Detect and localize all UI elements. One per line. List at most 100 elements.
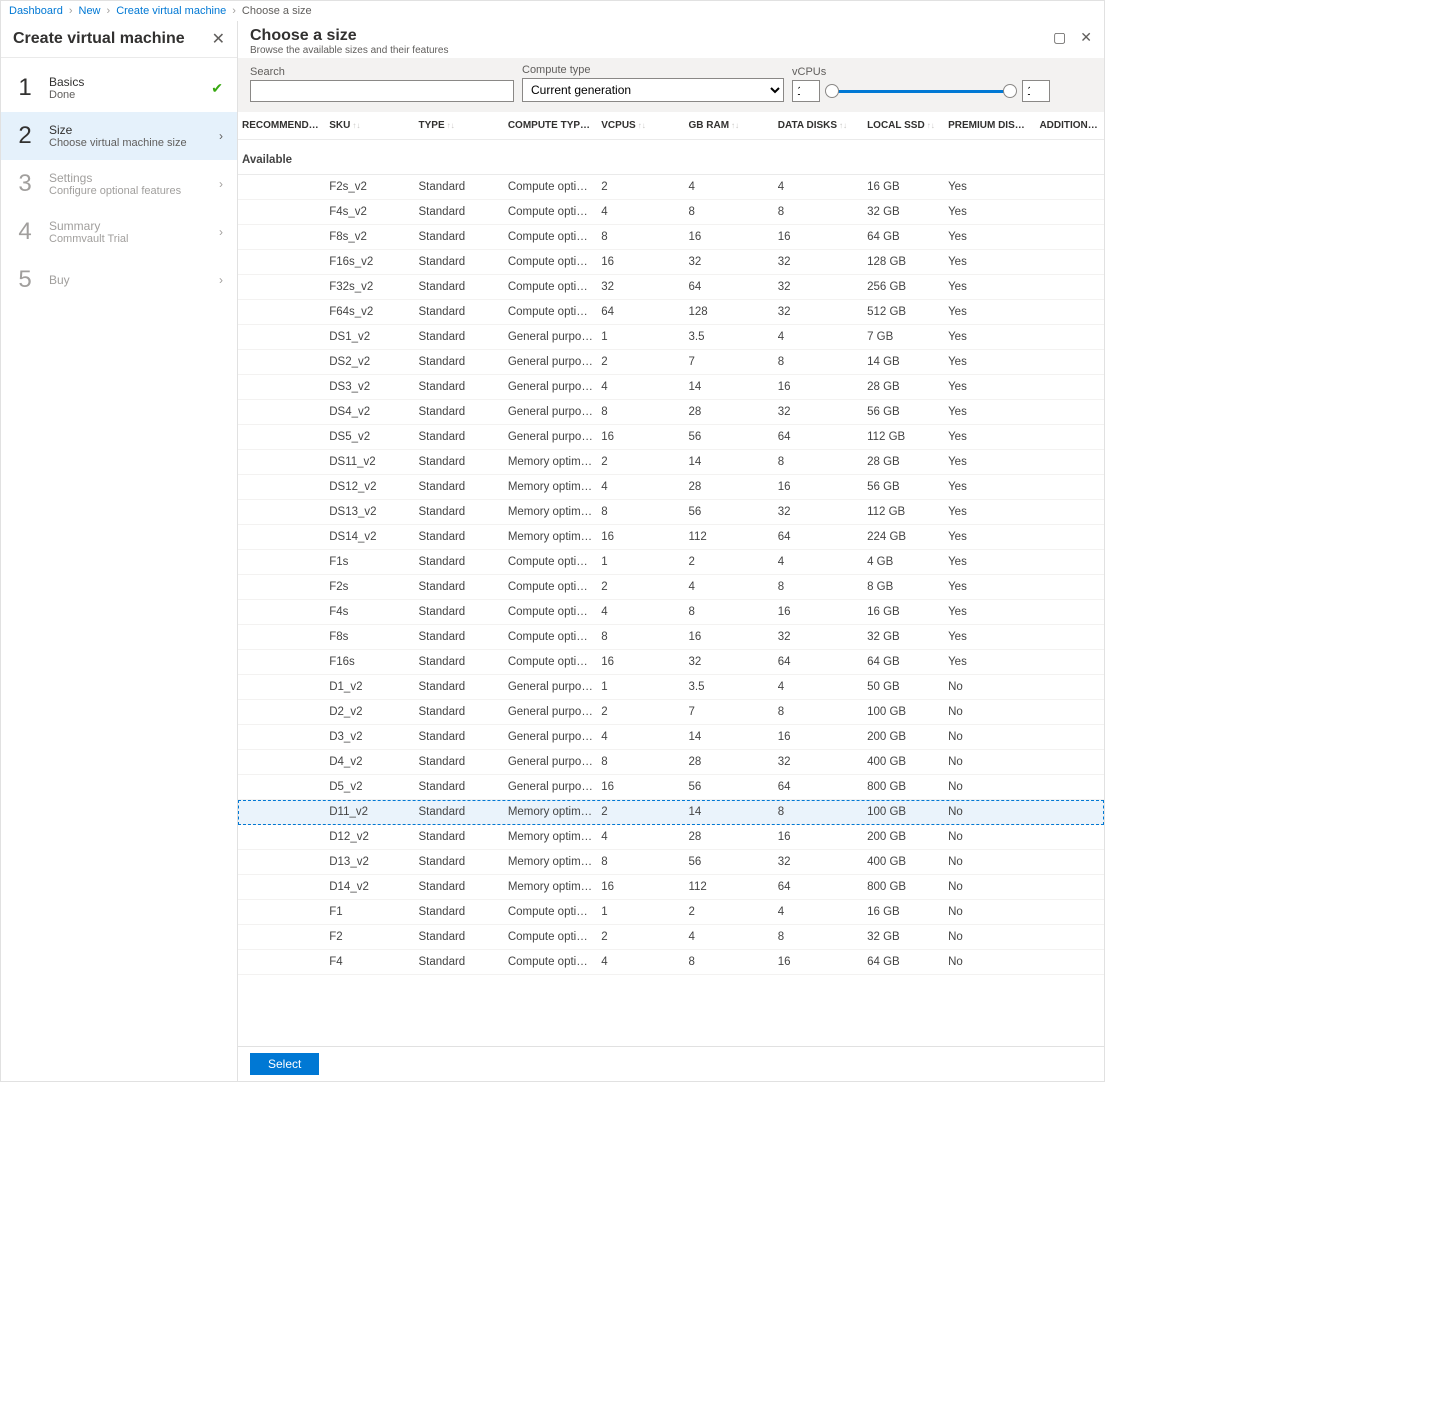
size-row[interactable]: D2_v2StandardGeneral purpose278100 GBNo bbox=[238, 700, 1104, 725]
size-table-scroll[interactable]: RECOMMENDE…↑↓SKU↑↓TYPE↑↓COMPUTE TYPE↑↓VC… bbox=[238, 112, 1104, 1046]
cell: Yes bbox=[944, 325, 1035, 350]
size-row[interactable]: DS4_v2StandardGeneral purpose8283256 GBY… bbox=[238, 400, 1104, 425]
cell bbox=[238, 625, 325, 650]
col-header[interactable]: SKU↑↓ bbox=[325, 112, 414, 140]
close-icon[interactable]: ✕ bbox=[212, 29, 225, 49]
compute-type-select[interactable]: Current generation bbox=[522, 78, 784, 102]
size-row[interactable]: DS3_v2StandardGeneral purpose4141628 GBY… bbox=[238, 375, 1104, 400]
size-row[interactable]: DS5_v2StandardGeneral purpose165664112 G… bbox=[238, 425, 1104, 450]
size-row[interactable]: D5_v2StandardGeneral purpose165664800 GB… bbox=[238, 775, 1104, 800]
size-row[interactable]: D11_v2StandardMemory optimized2148100 GB… bbox=[238, 800, 1104, 825]
size-row[interactable]: F1StandardCompute optimized12416 GBNo bbox=[238, 900, 1104, 925]
crumb-dashboard[interactable]: Dashboard bbox=[9, 5, 63, 17]
size-row[interactable]: F8sStandardCompute optimized8163232 GBYe… bbox=[238, 625, 1104, 650]
col-header[interactable]: ADDITIONAL F…↑↓ bbox=[1035, 112, 1104, 140]
size-row[interactable]: DS2_v2StandardGeneral purpose27814 GBYes bbox=[238, 350, 1104, 375]
col-header[interactable]: PREMIUM DIS…↑↓ bbox=[944, 112, 1035, 140]
step-number: 2 bbox=[15, 122, 35, 150]
size-row[interactable]: D14_v2StandardMemory optimized1611264800… bbox=[238, 875, 1104, 900]
cell: 32 bbox=[774, 750, 863, 775]
col-header[interactable]: RECOMMENDE…↑↓ bbox=[238, 112, 325, 140]
size-row[interactable]: F2StandardCompute optimized24832 GBNo bbox=[238, 925, 1104, 950]
size-row[interactable]: F32s_v2StandardCompute optimized32643225… bbox=[238, 275, 1104, 300]
wizard-step-size[interactable]: 2SizeChoose virtual machine size› bbox=[1, 112, 237, 160]
col-header[interactable]: GB RAM↑↓ bbox=[684, 112, 773, 140]
cell: 8 GB bbox=[863, 575, 944, 600]
cell: 4 bbox=[597, 600, 684, 625]
col-header[interactable]: DATA DISKS↑↓ bbox=[774, 112, 863, 140]
cell: 400 GB bbox=[863, 850, 944, 875]
size-row[interactable]: F4s_v2StandardCompute optimized48832 GBY… bbox=[238, 200, 1104, 225]
close-icon[interactable]: ✕ bbox=[1080, 29, 1092, 46]
col-header[interactable]: LOCAL SSD↑↓ bbox=[863, 112, 944, 140]
crumb-create-vm[interactable]: Create virtual machine bbox=[116, 5, 226, 17]
size-blade: Choose a size Browse the available sizes… bbox=[238, 21, 1104, 1081]
cell bbox=[1035, 700, 1104, 725]
cell bbox=[238, 600, 325, 625]
wizard-step-basics[interactable]: 1BasicsDone✔ bbox=[1, 64, 237, 112]
cell: 128 bbox=[684, 300, 773, 325]
col-header[interactable]: COMPUTE TYPE↑↓ bbox=[504, 112, 597, 140]
size-row[interactable]: F2sStandardCompute optimized2488 GBYes bbox=[238, 575, 1104, 600]
size-row[interactable]: DS12_v2StandardMemory optimized4281656 G… bbox=[238, 475, 1104, 500]
size-row[interactable]: F64s_v2StandardCompute optimized64128325… bbox=[238, 300, 1104, 325]
cell: 8 bbox=[684, 950, 773, 975]
vcpu-slider[interactable] bbox=[826, 84, 1016, 98]
vcpu-min-input[interactable] bbox=[792, 80, 820, 102]
cell: F4 bbox=[325, 950, 414, 975]
crumb-new[interactable]: New bbox=[79, 5, 101, 17]
cell: 16 GB bbox=[863, 900, 944, 925]
cell: Yes bbox=[944, 650, 1035, 675]
size-row[interactable]: D3_v2StandardGeneral purpose41416200 GBN… bbox=[238, 725, 1104, 750]
step-title: Buy bbox=[49, 273, 205, 287]
cell bbox=[1035, 200, 1104, 225]
cell bbox=[238, 575, 325, 600]
cell: 16 GB bbox=[863, 600, 944, 625]
col-header[interactable]: VCPUS↑↓ bbox=[597, 112, 684, 140]
size-row[interactable]: D1_v2StandardGeneral purpose13.5450 GBNo bbox=[238, 675, 1104, 700]
size-row[interactable]: F4sStandardCompute optimized481616 GBYes bbox=[238, 600, 1104, 625]
cell bbox=[1035, 725, 1104, 750]
cell: No bbox=[944, 800, 1035, 825]
cell: Standard bbox=[415, 950, 504, 975]
cell: DS14_v2 bbox=[325, 525, 414, 550]
size-row[interactable]: DS11_v2StandardMemory optimized214828 GB… bbox=[238, 450, 1104, 475]
size-row[interactable]: F8s_v2StandardCompute optimized8161664 G… bbox=[238, 225, 1104, 250]
chevron-right-icon: › bbox=[219, 225, 223, 239]
size-row[interactable]: D4_v2StandardGeneral purpose82832400 GBN… bbox=[238, 750, 1104, 775]
cell: 7 bbox=[684, 700, 773, 725]
cell bbox=[1035, 500, 1104, 525]
size-row[interactable]: DS14_v2StandardMemory optimized161126422… bbox=[238, 525, 1104, 550]
cell: Yes bbox=[944, 350, 1035, 375]
cell: Standard bbox=[415, 500, 504, 525]
cell: 3.5 bbox=[684, 325, 773, 350]
size-row[interactable]: DS13_v2StandardMemory optimized85632112 … bbox=[238, 500, 1104, 525]
cell: 4 bbox=[684, 175, 773, 200]
cell: 224 GB bbox=[863, 525, 944, 550]
size-row[interactable]: F4StandardCompute optimized481664 GBNo bbox=[238, 950, 1104, 975]
cell: Memory optimized bbox=[504, 500, 597, 525]
col-header[interactable]: TYPE↑↓ bbox=[415, 112, 504, 140]
cell: 4 bbox=[774, 675, 863, 700]
cell: General purpose bbox=[504, 325, 597, 350]
size-row[interactable]: DS1_v2StandardGeneral purpose13.547 GBYe… bbox=[238, 325, 1104, 350]
select-button[interactable]: Select bbox=[250, 1053, 319, 1075]
cell: 400 GB bbox=[863, 750, 944, 775]
cell: Yes bbox=[944, 400, 1035, 425]
size-row[interactable]: F1sStandardCompute optimized1244 GBYes bbox=[238, 550, 1104, 575]
size-row[interactable]: D13_v2StandardMemory optimized85632400 G… bbox=[238, 850, 1104, 875]
cell: 2 bbox=[597, 575, 684, 600]
vcpu-max-input[interactable] bbox=[1022, 80, 1050, 102]
size-row[interactable]: F16s_v2StandardCompute optimized16323212… bbox=[238, 250, 1104, 275]
cell: 28 bbox=[684, 750, 773, 775]
cell: 32 bbox=[774, 625, 863, 650]
cell: Standard bbox=[415, 475, 504, 500]
search-input[interactable] bbox=[250, 80, 514, 102]
size-row[interactable]: F16sStandardCompute optimized16326464 GB… bbox=[238, 650, 1104, 675]
size-row[interactable]: D12_v2StandardMemory optimized42816200 G… bbox=[238, 825, 1104, 850]
maximize-icon[interactable]: ▢ bbox=[1053, 29, 1066, 46]
size-row[interactable]: F2s_v2StandardCompute optimized24416 GBY… bbox=[238, 175, 1104, 200]
cell: 32 bbox=[684, 250, 773, 275]
cell bbox=[1035, 350, 1104, 375]
cell: 16 bbox=[597, 525, 684, 550]
